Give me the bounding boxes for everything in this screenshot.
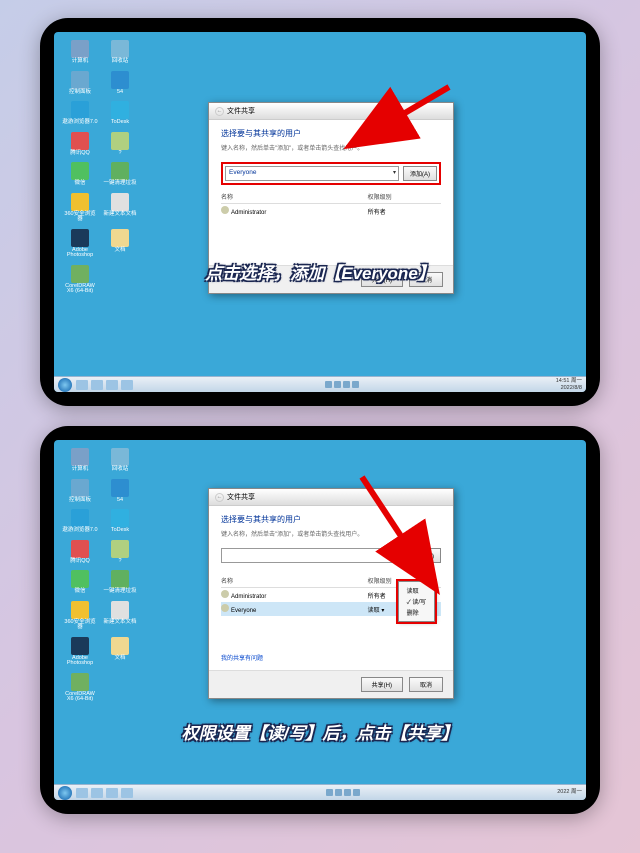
taskbar-pinned[interactable] [76,788,133,798]
desktop-icon[interactable]: 文档 [102,637,138,667]
desktop-icon[interactable]: 微信 [62,162,98,187]
desktop-icon[interactable]: Adobe Photoshop [62,637,98,667]
system-tray[interactable] [325,381,359,388]
caption-top: 点击选择，添加【Everyone】 [205,259,435,284]
taskbar[interactable]: 14:51 周一 2022/8/8 [54,376,586,392]
desktop-icon-grid: 计算机回收站控制面板54遨游浏览器7.0ToDesk腾讯QQ?微信一键清理垃圾3… [62,448,138,703]
desktop-icon-grid: 计算机回收站控制面板54遨游浏览器7.0ToDesk腾讯QQ?微信一键清理垃圾3… [62,40,138,295]
add-button[interactable]: 添加(A) [407,548,441,563]
desktop-icon[interactable] [102,673,138,703]
user-dropdown[interactable]: Everyone [225,166,399,181]
desktop-icon[interactable]: ToDesk [102,101,138,126]
desktop-icon[interactable]: 遨游浏览器7.0 [62,509,98,534]
desktop-icon[interactable]: 54 [102,71,138,96]
user-dropdown[interactable] [221,548,403,563]
dialog-titlebar: ← 文件共享 [209,489,453,506]
taskbar[interactable]: 2022 周一 [54,784,586,800]
desktop-icon[interactable]: 遨游浏览器7.0 [62,101,98,126]
desktop-icon[interactable]: 新建文本文档 [102,193,138,223]
desktop-icon[interactable]: 控制面板 [62,479,98,504]
desktop-icon[interactable]: 回收站 [102,448,138,473]
perm-option[interactable]: 读取 [405,585,428,596]
desktop-icon[interactable]: 控制面板 [62,71,98,96]
dialog-titlebar: ← 文件共享 [209,103,453,120]
back-icon[interactable]: ← [215,107,224,116]
desktop-screen: 计算机回收站控制面板54遨游浏览器7.0ToDesk腾讯QQ?微信一键清理垃圾3… [54,440,586,800]
taskbar-clock[interactable]: 2022 周一 [557,789,582,795]
desktop-icon[interactable]: 一键清理垃圾 [102,570,138,595]
user-input-row: Everyone 添加(A) [221,162,441,185]
desktop-icon[interactable]: 回收站 [102,40,138,65]
col-perm: 权限级别 [368,192,441,201]
desktop-icon[interactable]: ? [102,132,138,157]
desktop-icon[interactable]: ? [102,540,138,565]
desktop-icon[interactable]: CorelDRAW X6 (64-Bit) [62,673,98,703]
dialog-subheading: 键入名称，然后单击"添加"，或者单击箭头查找用户。 [221,143,441,152]
desktop-icon[interactable]: 腾讯QQ [62,132,98,157]
dialog-heading: 选择要与其共享的用户 [221,514,441,525]
desktop-icon[interactable]: 微信 [62,570,98,595]
desktop-icon[interactable]: 360安全浏览器 [62,601,98,631]
taskbar-clock[interactable]: 14:51 周一 2022/8/8 [556,378,582,390]
desktop-icon[interactable]: CorelDRAW X6 (64-Bit) [62,265,98,295]
tablet-bottom: 计算机回收站控制面板54遨游浏览器7.0ToDesk腾讯QQ?微信一键清理垃圾3… [40,426,600,814]
desktop-screen: 计算机回收站控制面板54遨游浏览器7.0ToDesk腾讯QQ?微信一键清理垃圾3… [54,32,586,392]
caption-bottom: 权限设置【读/写】后，点击【共享】 [182,719,459,744]
taskbar-pinned[interactable] [76,380,133,390]
desktop-icon[interactable]: 文档 [102,229,138,259]
back-icon[interactable]: ← [215,493,224,502]
user-row[interactable]: Administrator所有者 [221,204,441,218]
add-button[interactable]: 添加(A) [403,166,437,181]
perm-option[interactable]: 删除 [405,607,428,618]
tablet-top: 计算机回收站控制面板54遨游浏览器7.0ToDesk腾讯QQ?微信一键清理垃圾3… [40,18,600,406]
desktop-icon[interactable]: 新建文本文档 [102,601,138,631]
perm-option[interactable]: ✓ 读/写 [405,596,428,607]
desktop-icon[interactable]: 计算机 [62,448,98,473]
cancel-button[interactable]: 取消 [409,677,443,692]
file-sharing-dialog: ← 文件共享 选择要与其共享的用户 键入名称，然后单击"添加"，或者单击箭头查找… [208,488,454,699]
dialog-title-text: 文件共享 [227,106,255,116]
user-list: 名称 权限级别 Administrator所有者 [221,189,441,218]
desktop-icon[interactable]: 一键清理垃圾 [102,162,138,187]
desktop-icon[interactable]: Adobe Photoshop [62,229,98,259]
col-name: 名称 [221,576,368,585]
permission-menu[interactable]: 读取✓ 读/写 删除 [398,581,435,622]
desktop-icon[interactable]: 腾讯QQ [62,540,98,565]
desktop-icon[interactable]: 计算机 [62,40,98,65]
troubleshoot-link[interactable]: 我的共享有问题 [221,649,263,666]
dialog-heading: 选择要与其共享的用户 [221,128,441,139]
col-name: 名称 [221,192,368,201]
desktop-icon[interactable]: ToDesk [102,509,138,534]
dialog-subheading: 键入名称，然后单击"添加"，或者单击箭头查找用户。 [221,529,441,538]
start-button[interactable] [58,786,72,800]
dialog-title-text: 文件共享 [227,492,255,502]
desktop-icon[interactable] [102,265,138,295]
system-tray[interactable] [326,789,360,796]
desktop-icon[interactable]: 54 [102,479,138,504]
share-button[interactable]: 共享(H) [361,677,403,692]
start-button[interactable] [58,378,72,392]
desktop-icon[interactable]: 360安全浏览器 [62,193,98,223]
